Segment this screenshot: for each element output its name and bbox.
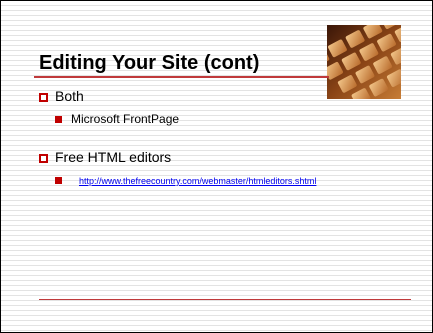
square-bullet-icon (39, 154, 48, 163)
keyboard-keys-photo (327, 25, 401, 99)
filled-square-bullet-icon (55, 116, 62, 123)
bullet-text-free-html-editors: Free HTML editors (55, 149, 172, 165)
title-underline (34, 76, 329, 78)
filled-square-bullet-icon (55, 177, 62, 184)
slide: Editing Your Site (cont) Both Microsoft … (0, 0, 433, 333)
bullet-text-both: Both (55, 88, 84, 104)
footer-divider (39, 299, 411, 300)
keyboard-keys-icon (327, 25, 401, 99)
slide-title: Editing Your Site (cont) (39, 52, 260, 74)
htmleditors-link[interactable]: http://www.thefreecountry.com/webmaster/… (79, 176, 316, 186)
sub-bullet-text-frontpage: Microsoft FrontPage (71, 112, 180, 126)
square-bullet-icon (39, 93, 48, 102)
